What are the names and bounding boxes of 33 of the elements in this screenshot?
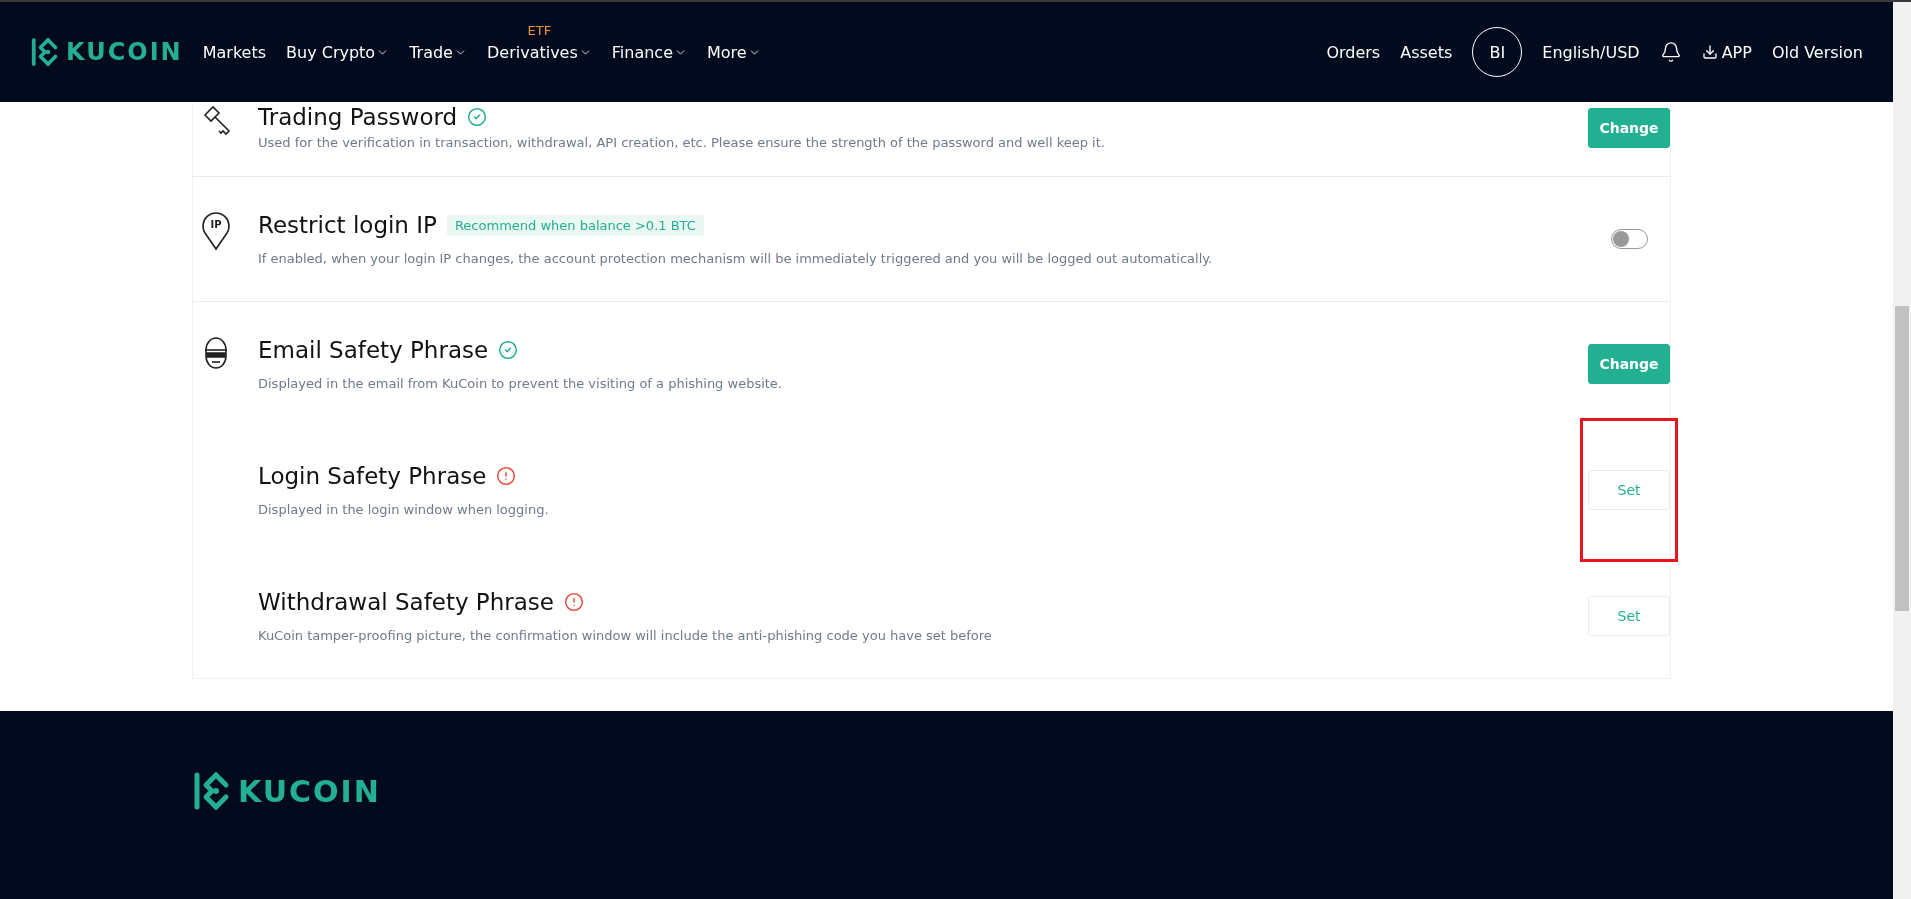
setting-description: Used for the verification in transaction, withdrawal, API creation, etc. Please ensure the strength of the password and well keep it. — [258, 134, 1106, 152]
header-link[interactable]: Old Version — [1771, 42, 1863, 62]
avatar[interactable]: BI — [1472, 27, 1523, 77]
download-icon — [1701, 44, 1718, 60]
nav-menu-item[interactable]: Finance — [611, 42, 687, 62]
setting-description: Displayed in the email from KuCoin to prevent the visiting of a phishing website. — [258, 375, 783, 393]
setting-description: If enabled, when your login IP changes, the account protection mechanism will be immediately triggered and you will be logged out automatically. — [258, 250, 1214, 268]
logo-icon — [30, 37, 60, 67]
toggle-switch[interactable] — [1610, 229, 1648, 249]
header-link[interactable]: Assets — [1400, 42, 1453, 62]
logo-text: KUCOIN — [66, 38, 183, 66]
nav-menu-item[interactable]: Markets — [202, 42, 267, 62]
setting-title: Restrict login IP — [258, 212, 437, 238]
setting-description: KuCoin tamper-proofing picture, the confirmation window will include the anti-phishing code you have set before — [258, 627, 993, 645]
setting-description: Displayed in the login window when logging. — [258, 501, 550, 519]
setting-title: Email Safety Phrase — [258, 337, 489, 363]
nav-menu-item[interactable]: More — [707, 42, 761, 62]
etf-label: ETF — [527, 22, 552, 38]
setting-title: Trading Password — [258, 104, 458, 130]
app-download-link[interactable]: APP — [1701, 42, 1752, 62]
key-icon — [201, 105, 233, 137]
header-link[interactable]: Orders — [1326, 42, 1381, 62]
logo-text: KUCOIN — [238, 773, 381, 809]
location-pin-icon — [201, 211, 231, 251]
nav-menu-item[interactable]: Trade — [409, 42, 467, 62]
notification-bell-icon[interactable] — [1659, 41, 1682, 63]
nav-menu-item[interactable]: Buy Crypto — [286, 42, 390, 62]
setting-title: Login Safety Phrase — [258, 463, 487, 489]
header-link[interactable]: English/USD — [1542, 42, 1640, 62]
pin-label: IP — [209, 219, 223, 230]
scrollbar[interactable] — [1893, 2, 1911, 899]
recommend-tag: Recommend when balance >0.1 BTC — [446, 214, 704, 236]
setting-title: Withdrawal Safety Phrase — [258, 589, 554, 615]
